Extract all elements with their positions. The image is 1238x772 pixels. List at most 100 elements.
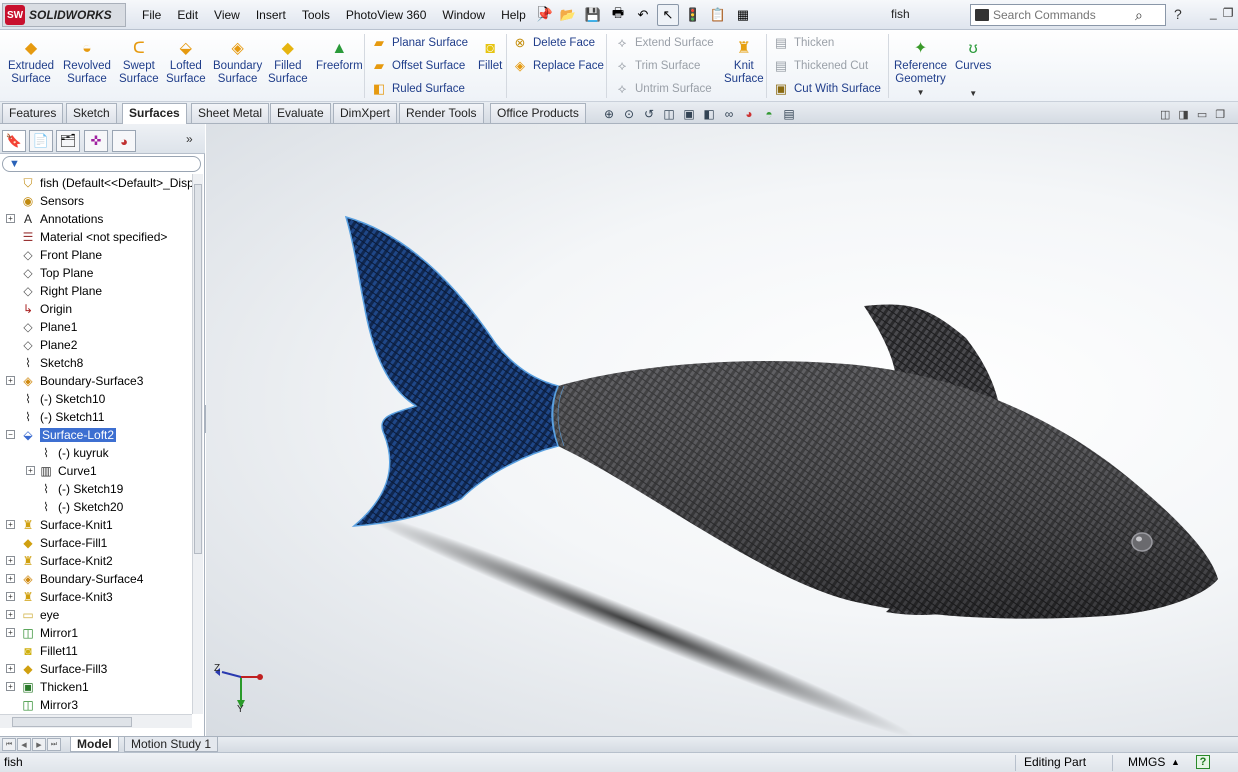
tab-evaluate[interactable]: Evaluate bbox=[270, 103, 331, 123]
expand-toggle-icon[interactable]: + bbox=[6, 610, 15, 619]
expand-toggle-icon[interactable]: + bbox=[6, 628, 15, 637]
extend-surface-button[interactable]: ⟡ Extend Surface bbox=[613, 34, 714, 52]
tab-sheet-metal[interactable]: Sheet Metal bbox=[191, 103, 270, 123]
expand-toggle-icon[interactable]: + bbox=[6, 574, 15, 583]
dropdown-arrow-icon[interactable]: ▼ bbox=[969, 87, 977, 100]
tree-node[interactable]: ◙ Fillet11 bbox=[0, 642, 192, 660]
tree-node[interactable]: ⌇ (-) Sketch11 bbox=[0, 408, 192, 426]
minimize-icon[interactable]: ▭ bbox=[1197, 108, 1207, 121]
menu-help[interactable]: Help bbox=[493, 0, 534, 30]
tree-node[interactable]: ◇ Top Plane bbox=[0, 264, 192, 282]
menu-file[interactable]: File bbox=[134, 0, 169, 30]
filled-surface-button[interactable]: ◆ Filled Surface bbox=[268, 38, 308, 86]
tree-node[interactable]: + ◫ Mirror1 bbox=[0, 624, 192, 642]
thickened-cut-button[interactable]: ▤ Thickened Cut bbox=[772, 57, 868, 75]
more-tabs-icon[interactable]: » bbox=[186, 132, 193, 146]
file-properties-icon[interactable]: 📋 bbox=[707, 4, 729, 26]
section-view-icon[interactable]: ◫ bbox=[660, 105, 678, 123]
tree-node[interactable]: ⌇ (-) kuyruk bbox=[0, 444, 192, 462]
tree-node[interactable]: ◇ Right Plane bbox=[0, 282, 192, 300]
expand-toggle-icon[interactable]: + bbox=[6, 520, 15, 529]
search-icon[interactable]: ⌕ bbox=[1135, 7, 1143, 24]
offset-surface-button[interactable]: ▰ Offset Surface bbox=[370, 57, 465, 75]
open-icon[interactable]: 📂 bbox=[557, 4, 579, 26]
zoom-to-area-icon[interactable]: ⊙ bbox=[620, 105, 638, 123]
previous-tab-icon[interactable]: ◀ bbox=[17, 738, 31, 751]
tree-node[interactable]: ⌇ (-) Sketch20 bbox=[0, 498, 192, 516]
restore-icon[interactable]: ❐ bbox=[1215, 108, 1225, 121]
delete-face-button[interactable]: ⊗ Delete Face bbox=[511, 34, 595, 52]
dimxpert-manager-tab-icon[interactable]: ✜ bbox=[84, 130, 108, 152]
knit-surface-button[interactable]: ♜ Knit Surface bbox=[724, 38, 764, 86]
expand-toggle-icon[interactable]: + bbox=[6, 214, 15, 223]
tree-node[interactable]: ☰ Material <not specified> bbox=[0, 228, 192, 246]
revolved-surface-button[interactable]: ◒ Revolved Surface bbox=[63, 38, 111, 86]
tab-surfaces[interactable]: Surfaces bbox=[122, 103, 187, 125]
tab-motion-study-1[interactable]: Motion Study 1 bbox=[124, 737, 219, 752]
apply-scene-icon[interactable]: ◓ bbox=[760, 105, 778, 123]
property-manager-tab-icon[interactable]: 📄 bbox=[29, 130, 53, 152]
tree-node[interactable]: + ♜ Surface-Knit1 bbox=[0, 516, 192, 534]
tree-node[interactable]: ◇ Front Plane bbox=[0, 246, 192, 264]
split-view-icon[interactable]: ◫ bbox=[1160, 108, 1170, 121]
menu-view[interactable]: View bbox=[206, 0, 248, 30]
feature-filter[interactable]: ▼ bbox=[2, 156, 201, 172]
print-icon[interactable]: 🖶 bbox=[607, 4, 629, 26]
expand-toggle-icon[interactable]: − bbox=[6, 430, 15, 439]
tree-node[interactable]: + ▣ Thicken1 bbox=[0, 678, 192, 696]
tree-node[interactable]: + ◆ Surface-Fill3 bbox=[0, 660, 192, 678]
tree-horizontal-scrollbar[interactable] bbox=[0, 714, 192, 728]
scrollbar-thumb[interactable] bbox=[12, 717, 132, 727]
expand-toggle-icon[interactable]: + bbox=[6, 556, 15, 565]
replace-face-button[interactable]: ◈ Replace Face bbox=[511, 57, 604, 75]
expand-toggle-icon[interactable]: + bbox=[6, 592, 15, 601]
extruded-surface-button[interactable]: ◆ Extruded Surface bbox=[8, 38, 54, 86]
tab-render-tools[interactable]: Render Tools bbox=[399, 103, 484, 123]
options-icon[interactable]: ▦ bbox=[732, 4, 754, 26]
display-style-icon[interactable]: ◧ bbox=[700, 105, 718, 123]
select-icon[interactable]: ↖ bbox=[657, 4, 679, 26]
units-dropdown-icon[interactable]: ▲ bbox=[1171, 757, 1180, 767]
expand-toggle-icon[interactable]: + bbox=[26, 466, 35, 475]
undo-icon[interactable]: ↶ bbox=[632, 4, 654, 26]
tab-model[interactable]: Model bbox=[70, 737, 119, 752]
configuration-manager-tab-icon[interactable]: 🗂 bbox=[56, 130, 80, 152]
tree-node[interactable]: + ◈ Boundary-Surface3 bbox=[0, 372, 192, 390]
help-icon[interactable]: ? bbox=[1174, 6, 1182, 22]
expand-toggle-icon[interactable]: + bbox=[6, 664, 15, 673]
search-input[interactable] bbox=[993, 8, 1133, 22]
status-help-icon[interactable]: ? bbox=[1196, 755, 1210, 769]
cut-with-surface-button[interactable]: ▣ Cut With Surface bbox=[772, 80, 881, 98]
view-orientation-icon[interactable]: ▣ bbox=[680, 105, 698, 123]
dropdown-arrow-icon[interactable]: ▼ bbox=[917, 86, 925, 99]
expand-toggle-icon[interactable]: + bbox=[6, 682, 15, 691]
expand-toggle-icon[interactable]: + bbox=[6, 376, 15, 385]
menu-window[interactable]: Window bbox=[434, 0, 493, 30]
swept-surface-button[interactable]: ᑕ Swept Surface bbox=[119, 38, 159, 86]
tree-node[interactable]: ◫ Mirror3 bbox=[0, 696, 192, 714]
menu-insert[interactable]: Insert bbox=[248, 0, 294, 30]
tree-node[interactable]: ↳ Origin bbox=[0, 300, 192, 318]
tail-fin-surface-loft2[interactable] bbox=[344, 215, 560, 527]
tree-node[interactable]: + ♜ Surface-Knit2 bbox=[0, 552, 192, 570]
tab-sketch[interactable]: Sketch bbox=[66, 103, 117, 123]
minimize-icon[interactable]: _ bbox=[1210, 6, 1217, 20]
tree-node[interactable]: ◆ Surface-Fill1 bbox=[0, 534, 192, 552]
units-selector[interactable]: MMGS bbox=[1128, 755, 1165, 769]
thicken-button[interactable]: ▤ Thicken bbox=[772, 34, 834, 52]
traffic-light-icon[interactable]: 🚦 bbox=[682, 4, 704, 26]
tab-office-products[interactable]: Office Products bbox=[490, 103, 586, 123]
tree-node[interactable]: + ▥ Curve1 bbox=[0, 462, 192, 480]
hide-show-items-icon[interactable]: ∞ bbox=[720, 105, 738, 123]
feature-manager-tab-icon[interactable]: 🔖 bbox=[2, 130, 26, 152]
zoom-to-fit-icon[interactable]: ⊕ bbox=[600, 105, 618, 123]
solidworks-logo[interactable]: SW SOLIDWORKS bbox=[2, 3, 126, 27]
tree-node[interactable]: + ♜ Surface-Knit3 bbox=[0, 588, 192, 606]
menu-tools[interactable]: Tools bbox=[294, 0, 338, 30]
graphics-area[interactable]: Z Y bbox=[206, 124, 1238, 736]
tree-node[interactable]: − ⬙ Surface-Loft2 bbox=[0, 426, 192, 444]
next-tab-icon[interactable]: ▶ bbox=[32, 738, 46, 751]
reference-geometry-button[interactable]: ✦ Reference Geometry ▼ bbox=[894, 38, 947, 99]
curves-button[interactable]: ʊ Curves ▼ bbox=[955, 38, 991, 100]
last-tab-icon[interactable]: ⏭ bbox=[47, 738, 61, 751]
